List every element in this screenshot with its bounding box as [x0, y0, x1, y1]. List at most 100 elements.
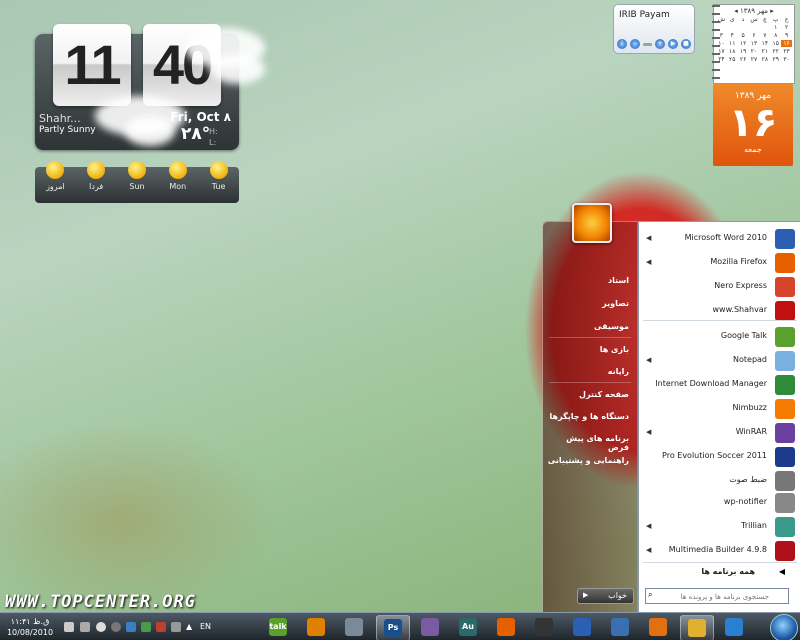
- calendar-day-cell[interactable]: ی: [727, 16, 738, 23]
- program-item[interactable]: Nero Express: [639, 276, 799, 298]
- submenu-arrow-icon[interactable]: ◀: [646, 234, 651, 242]
- calendar-day-cell[interactable]: پ: [770, 16, 781, 23]
- calendar-day-cell[interactable]: ۹: [781, 32, 792, 39]
- calendar-day-cell[interactable]: ۱۶: [781, 40, 792, 47]
- calendar-day-cell[interactable]: ۱۸: [727, 48, 738, 55]
- clock-weather-widget[interactable]: 11 40 Shahr... Partly Sunny Fri, Oct ۸ ۲…: [35, 24, 265, 150]
- taskbar-button[interactable]: Au: [452, 615, 484, 639]
- calendar-day-cell[interactable]: ۱۴: [759, 40, 770, 47]
- next-month-icon[interactable]: ▸: [768, 7, 774, 15]
- calendar-day-cell[interactable]: ۴: [727, 32, 738, 39]
- start-button[interactable]: [770, 614, 798, 640]
- place-computer[interactable]: رایانه: [543, 367, 629, 376]
- calendar-day-cell[interactable]: ۲۸: [759, 56, 770, 63]
- play-icon[interactable]: ▶: [668, 39, 678, 49]
- stop-icon[interactable]: ■: [681, 39, 691, 49]
- radio-gadget[interactable]: IRIB Payam i – + ▶ ■: [613, 4, 695, 54]
- program-item[interactable]: Internet Download Manager: [639, 374, 799, 396]
- calendar-day-cell[interactable]: ۱۵: [770, 40, 781, 47]
- taskbar-button[interactable]: [414, 615, 446, 639]
- calendar-day-cell[interactable]: ۲۵: [727, 56, 738, 63]
- volume-icon[interactable]: [64, 622, 74, 632]
- calendar-day-cell[interactable]: د: [738, 16, 749, 23]
- place-user[interactable]: استاد: [543, 276, 629, 285]
- volume-slider[interactable]: [643, 42, 652, 46]
- place-games[interactable]: بازی ها: [543, 345, 629, 354]
- calendar-day-cell[interactable]: ۲۱: [759, 48, 770, 55]
- program-item[interactable]: ◀ Microsoft Word 2010: [639, 228, 799, 250]
- place-default-programs[interactable]: برنامه های پیش فرض: [543, 434, 629, 452]
- tray-app-icon[interactable]: [171, 622, 181, 632]
- taskbar-button[interactable]: talk: [262, 615, 294, 639]
- language-indicator[interactable]: EN: [200, 622, 211, 631]
- info-icon[interactable]: i: [617, 39, 627, 49]
- taskbar-button[interactable]: [490, 615, 522, 639]
- place-pictures[interactable]: تصاویر: [543, 299, 629, 308]
- taskbar-button[interactable]: Ps: [376, 615, 410, 640]
- calendar-day-cell[interactable]: ۲۲: [770, 48, 781, 55]
- taskbar-button[interactable]: [680, 615, 714, 640]
- tray-app-icon[interactable]: [156, 622, 166, 632]
- calendar-month-gadget[interactable]: ◂ مهر ۱۳۸۹ ▸ ش ی د س چ پ ج ۱ ۲ ۳ ۴ ۵ ۶ ۷ ۸ ۹ ۱۰ ۱۱ ۱۲ ۱۳ ۱۴ ۱…: [712, 4, 795, 84]
- calendar-day-cell[interactable]: ۱: [770, 24, 781, 31]
- taskbar-button[interactable]: [338, 615, 370, 639]
- volume-up-icon[interactable]: +: [655, 39, 665, 49]
- submenu-arrow-icon[interactable]: ◀: [646, 258, 651, 266]
- program-item[interactable]: ضبط صوت: [639, 470, 799, 492]
- program-item[interactable]: ◀ WinRAR: [639, 422, 799, 444]
- program-item[interactable]: ◀ Multimedia Builder 4.9.8: [639, 540, 799, 562]
- calendar-day-cell[interactable]: ۳۰: [781, 56, 792, 63]
- calendar-day-cell[interactable]: ۱۲: [738, 40, 749, 47]
- start-search-box[interactable]: ⌕: [645, 588, 789, 604]
- program-item[interactable]: Nimbuzz: [639, 398, 799, 420]
- calendar-day-cell[interactable]: [749, 24, 760, 31]
- calendar-day-cell[interactable]: ۲۰: [749, 48, 760, 55]
- program-item[interactable]: ◀ Notepad: [639, 350, 799, 372]
- program-item[interactable]: ◀ Trillian: [639, 516, 799, 538]
- calendar-day-cell[interactable]: ۸: [770, 32, 781, 39]
- tray-app-icon[interactable]: [141, 622, 151, 632]
- taskbar-button[interactable]: [528, 615, 560, 639]
- program-item[interactable]: www.Shahvar: [639, 300, 799, 322]
- tray-app-icon[interactable]: [126, 622, 136, 632]
- program-item[interactable]: Pro Evolution Soccer 2011: [639, 446, 799, 468]
- weather-forecast[interactable]: امروز فردا Sun Mon Tue: [35, 161, 239, 203]
- calendar-day-cell[interactable]: چ: [759, 16, 770, 23]
- calendar-day-gadget[interactable]: مهر ۱۳۸۹ ۱۶ جمعه: [713, 84, 793, 166]
- calendar-day-cell[interactable]: ۶: [749, 32, 760, 39]
- place-devices-printers[interactable]: دستگاه ها و چاپگرها: [543, 412, 629, 421]
- arrow-right-icon[interactable]: ▶: [583, 591, 588, 599]
- submenu-arrow-icon[interactable]: ◀: [646, 522, 651, 530]
- program-item[interactable]: wp-notifier: [639, 492, 799, 514]
- taskbar-button[interactable]: [718, 615, 750, 639]
- calendar-day-cell[interactable]: ۲: [781, 24, 792, 31]
- shutdown-button[interactable]: ▶ خواب: [577, 588, 634, 604]
- taskbar-button[interactable]: [300, 615, 332, 639]
- place-help-support[interactable]: راهنمایی و پشتیبانی: [543, 456, 629, 465]
- place-music[interactable]: موسیقی: [543, 322, 629, 331]
- user-avatar[interactable]: [572, 203, 612, 243]
- calendar-day-cell[interactable]: س: [749, 16, 760, 23]
- place-control-panel[interactable]: صفحه کنترل: [543, 390, 629, 399]
- show-hidden-icons-icon[interactable]: ▲: [186, 622, 196, 632]
- calendar-day-cell[interactable]: ۵: [738, 32, 749, 39]
- taskbar-button[interactable]: [642, 615, 674, 639]
- calendar-day-cell[interactable]: ۲۹: [770, 56, 781, 63]
- start-search-input[interactable]: [646, 591, 772, 603]
- calendar-day-cell[interactable]: [759, 24, 770, 31]
- calendar-day-cell[interactable]: ۲۳: [781, 48, 792, 55]
- taskbar-button[interactable]: [604, 615, 636, 639]
- program-item[interactable]: ◀ Mozilla Firefox: [639, 252, 799, 274]
- calendar-day-cell[interactable]: ۷: [759, 32, 770, 39]
- network-icon[interactable]: [80, 622, 90, 632]
- tray-clock[interactable]: ۱۱:۴۱ ق.ظ 10/08/2010: [2, 616, 58, 638]
- taskbar-button[interactable]: [566, 615, 598, 639]
- calendar-day-cell[interactable]: ۱۳: [749, 40, 760, 47]
- calendar-day-cell[interactable]: ۲۶: [738, 56, 749, 63]
- tray-app-icon[interactable]: [111, 622, 121, 632]
- calendar-day-cell[interactable]: [738, 24, 749, 31]
- calendar-day-cell[interactable]: ج: [781, 16, 792, 23]
- submenu-arrow-icon[interactable]: ◀: [646, 546, 651, 554]
- calendar-day-cell[interactable]: ۲۷: [749, 56, 760, 63]
- volume-down-icon[interactable]: –: [630, 39, 640, 49]
